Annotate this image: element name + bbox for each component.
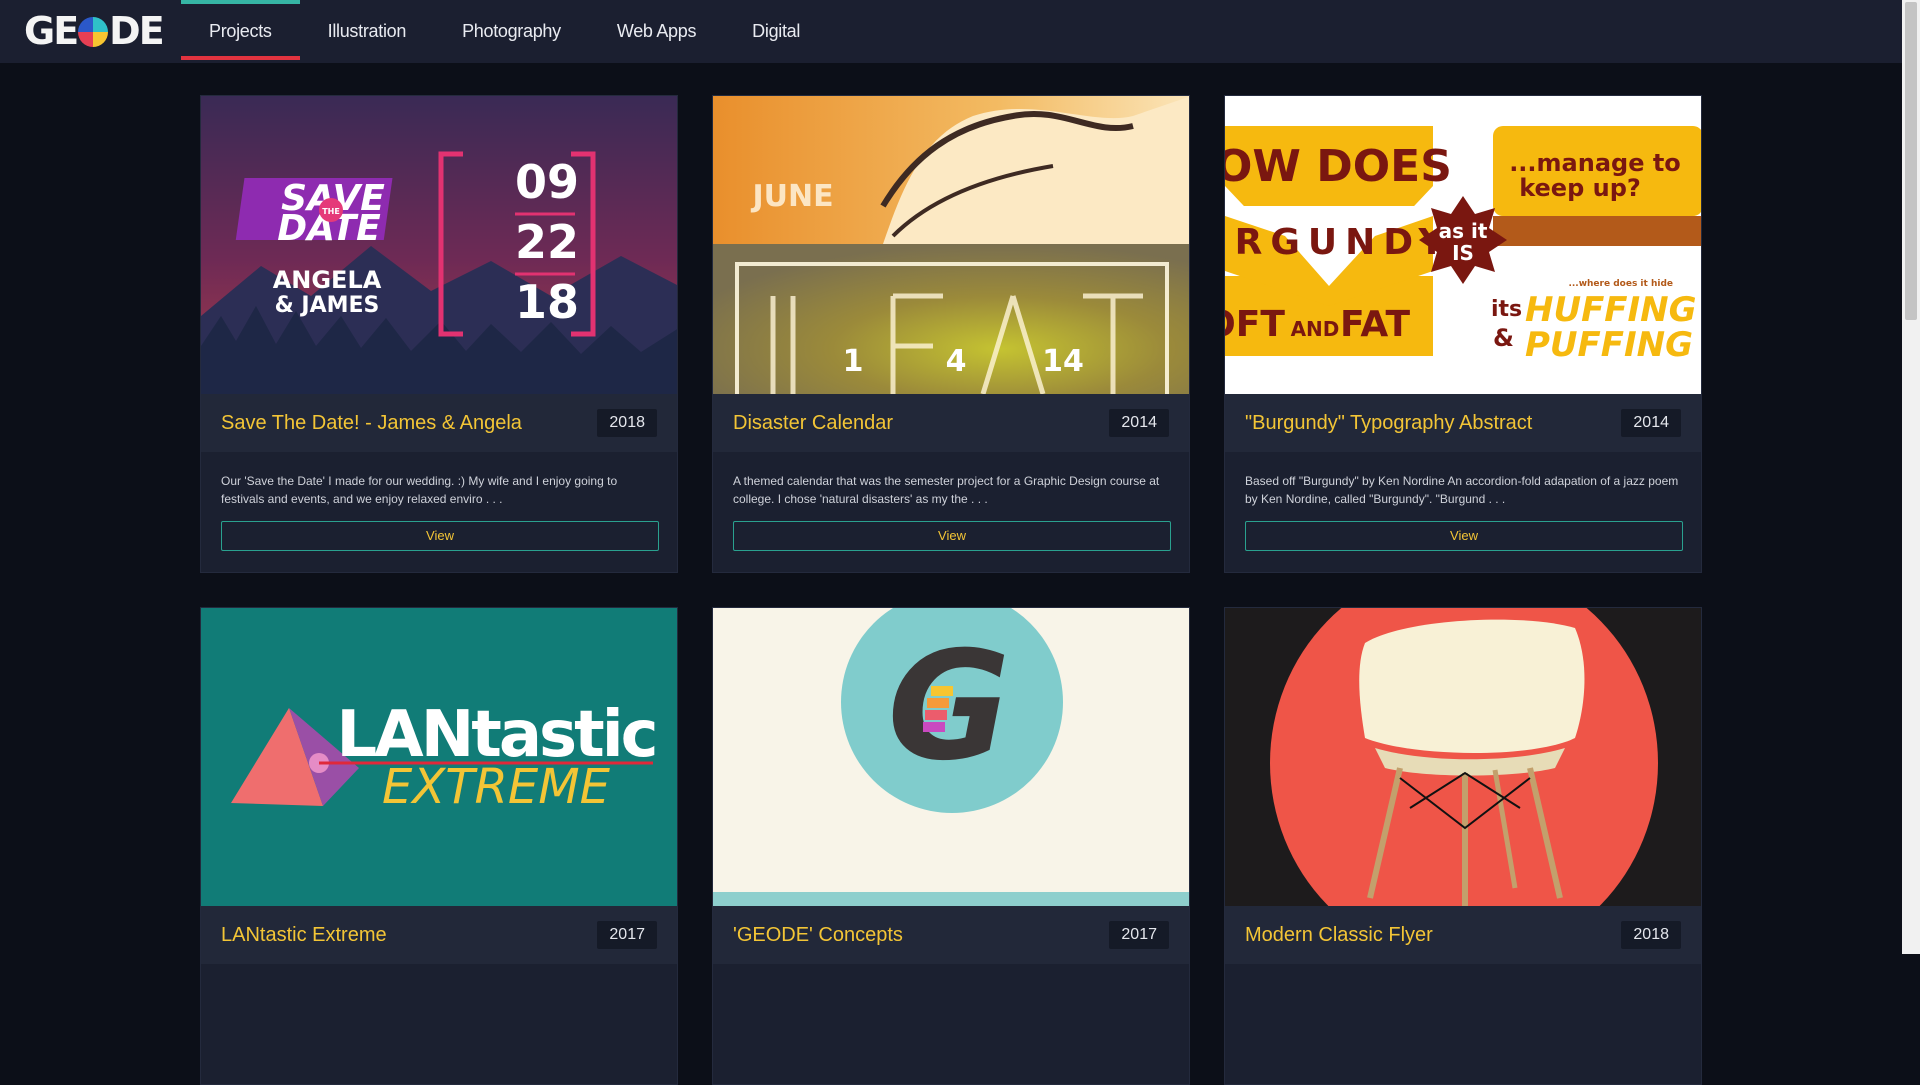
card-title[interactable]: 'GEODE' Concepts	[733, 924, 903, 947]
art-number-2: 4	[946, 344, 967, 379]
year-badge: 2014	[1621, 409, 1681, 437]
card-description: A themed calendar that was the semester …	[733, 474, 1160, 506]
card-title[interactable]: "Burgundy" Typography Abstract	[1245, 412, 1532, 435]
card-title[interactable]: Save The Date! - James & Angela	[221, 412, 522, 435]
tab-digital[interactable]: Digital	[724, 0, 828, 63]
card-title-bar: LANtastic Extreme 2017	[201, 906, 677, 964]
art-its: its	[1491, 297, 1522, 322]
art-puffing: PUFFING	[1525, 325, 1693, 365]
save-the-date-artwork: SAVE DATE THE ANGELA & JAMES 09 22 18	[201, 96, 677, 394]
card-title-bar: 'GEODE' Concepts 2017	[713, 906, 1189, 964]
art-names-1: ANGELA	[273, 266, 382, 294]
card-description: Our 'Save the Date' I made for our weddi…	[221, 474, 618, 506]
card-title-bar: Modern Classic Flyer 2018	[1225, 906, 1701, 964]
art-and: AND	[1291, 317, 1340, 341]
logo-text-right: DE	[109, 9, 164, 53]
view-button[interactable]: View	[1245, 521, 1683, 551]
year-badge: 2017	[1109, 921, 1169, 949]
project-card[interactable]: HOW DOES URGUNDY OFT AND FAT ...manage t…	[1224, 95, 1702, 573]
year-badge: 2014	[1109, 409, 1169, 437]
art-where: ...where does it hide	[1568, 279, 1673, 289]
art-burgundy: URGUNDY	[1225, 222, 1453, 263]
modern-classic-chair-artwork	[1225, 608, 1701, 906]
card-description: Based off "Burgundy" by Ken Nordine An a…	[1245, 474, 1679, 506]
art-huffing: HUFFING	[1525, 290, 1697, 330]
card-title-bar: Save The Date! - James & Angela 2018	[201, 394, 677, 452]
project-thumbnail[interactable]: JUNE 1 4 14	[713, 96, 1189, 394]
geode-concepts-artwork: G	[713, 608, 1189, 906]
view-button[interactable]: View	[733, 521, 1171, 551]
project-thumbnail[interactable]	[1225, 608, 1701, 906]
project-card[interactable]: JUNE 1 4 14 Disaster Calendar 2014 A the…	[712, 95, 1190, 573]
art-amp: &	[1493, 324, 1514, 352]
card-title-bar: "Burgundy" Typography Abstract 2014	[1225, 394, 1701, 452]
lantastic-artwork: LANtastic EXTREME	[201, 608, 677, 906]
year-badge: 2017	[597, 921, 657, 949]
art-month: 09	[515, 155, 579, 209]
card-title[interactable]: Modern Classic Flyer	[1245, 924, 1433, 947]
art-as-it: as it	[1439, 219, 1488, 243]
disaster-calendar-artwork: JUNE 1 4 14	[713, 96, 1189, 394]
art-keepup: keep up?	[1519, 174, 1641, 202]
art-number-3: 14	[1042, 344, 1084, 379]
project-card[interactable]: LANtastic EXTREME LANtastic Extreme 2017	[200, 607, 678, 1085]
card-title[interactable]: LANtastic Extreme	[221, 924, 387, 947]
geode-logo[interactable]: GE DE	[24, 9, 165, 53]
tab-projects[interactable]: Projects	[181, 0, 300, 63]
art-manage: ...manage to	[1509, 149, 1681, 177]
art-year: 18	[515, 275, 579, 329]
project-card[interactable]: Modern Classic Flyer 2018	[1224, 607, 1702, 1085]
project-thumbnail[interactable]: G	[713, 608, 1189, 906]
card-title[interactable]: Disaster Calendar	[733, 412, 893, 435]
year-badge: 2018	[1621, 921, 1681, 949]
art-month: JUNE	[750, 179, 833, 214]
scrollbar-thumb[interactable]	[1905, 2, 1917, 320]
art-how: HOW DOES	[1225, 141, 1452, 192]
nav-tabs: Projects Illustration Photography Web Ap…	[181, 0, 828, 63]
art-soft: OFT	[1225, 304, 1285, 345]
year-badge: 2018	[597, 409, 657, 437]
tab-web-apps[interactable]: Web Apps	[589, 0, 724, 63]
art-names-2: & JAMES	[275, 293, 380, 318]
project-thumbnail[interactable]: HOW DOES URGUNDY OFT AND FAT ...manage t…	[1225, 96, 1701, 394]
art-extreme: EXTREME	[382, 759, 611, 815]
geode-o-icon	[78, 17, 109, 47]
top-nav: GE DE Projects Illustration Photography W…	[0, 0, 1902, 63]
art-the: THE	[322, 207, 340, 216]
art-fat: FAT	[1340, 304, 1411, 345]
burgundy-artwork: HOW DOES URGUNDY OFT AND FAT ...manage t…	[1225, 96, 1701, 394]
card-title-bar: Disaster Calendar 2014	[713, 394, 1189, 452]
tab-illustration[interactable]: Illustration	[300, 0, 434, 63]
project-thumbnail[interactable]: SAVE DATE THE ANGELA & JAMES 09 22 18	[201, 96, 677, 394]
project-card[interactable]: SAVE DATE THE ANGELA & JAMES 09 22 18 Sa…	[200, 95, 678, 573]
art-number-1: 1	[843, 344, 864, 379]
view-button[interactable]: View	[221, 521, 659, 551]
project-card[interactable]: G 'GEODE' Concepts 2017	[712, 607, 1190, 1085]
logo-text-left: GE	[24, 9, 79, 53]
tab-photography[interactable]: Photography	[434, 0, 589, 63]
project-thumbnail[interactable]: LANtastic EXTREME	[201, 608, 677, 906]
art-day: 22	[515, 215, 579, 269]
art-is: IS	[1452, 241, 1474, 265]
vertical-scrollbar[interactable]	[1902, 0, 1920, 954]
